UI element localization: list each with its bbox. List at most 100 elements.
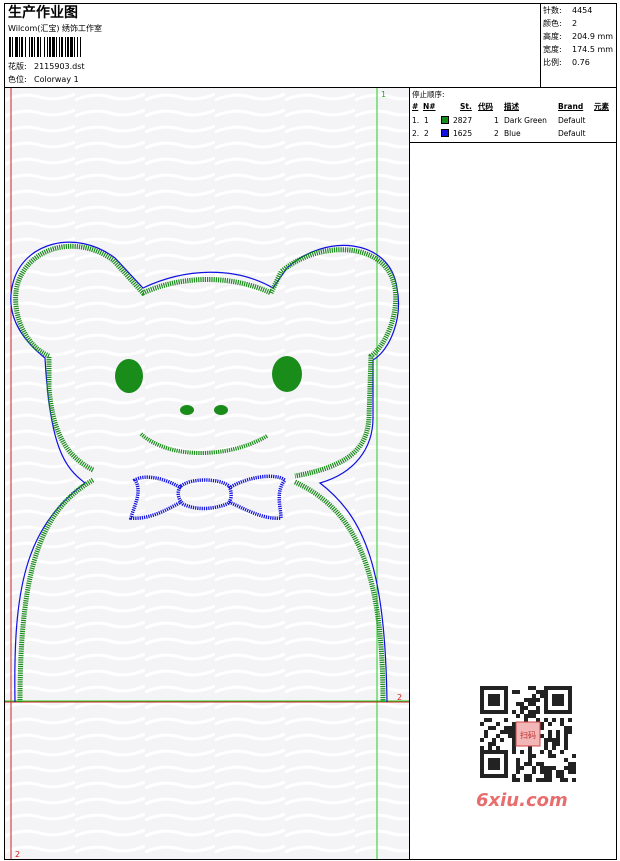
qr-cell xyxy=(564,746,568,750)
qr-cell xyxy=(516,690,520,694)
bear-left-eye xyxy=(115,359,143,393)
row-brand: Default xyxy=(558,116,586,125)
qr-cell xyxy=(516,758,520,762)
qr-cell xyxy=(528,698,532,702)
barcode-bar xyxy=(77,37,78,57)
barcode-bar xyxy=(34,37,35,57)
qr-cell xyxy=(484,734,488,738)
barcode-bar xyxy=(9,37,11,57)
qr-cell xyxy=(536,698,540,702)
qr-cell xyxy=(568,718,572,722)
qr-cell xyxy=(528,778,532,782)
qr-cell xyxy=(528,714,532,718)
qr-cell xyxy=(480,746,484,750)
barcode-bar xyxy=(31,37,33,57)
qr-cell xyxy=(524,774,528,778)
qr-cell xyxy=(520,766,524,770)
marker-top: 1 xyxy=(381,90,386,99)
qr-cell xyxy=(568,726,572,730)
bear-right-nostril xyxy=(214,405,228,415)
qr-cell xyxy=(520,702,524,706)
qr-cell xyxy=(552,766,556,770)
table-divider xyxy=(410,142,616,143)
row-n: 1 xyxy=(424,116,429,125)
design-value: 2115903.dst xyxy=(34,62,85,71)
qr-cell xyxy=(528,774,532,778)
stat-height-label: 高度: xyxy=(543,32,562,41)
barcode-bar xyxy=(59,37,60,57)
qr-cell xyxy=(544,766,548,770)
qr-cell xyxy=(516,714,520,718)
qr-cell xyxy=(540,690,544,694)
qr-cell xyxy=(512,738,516,742)
col-desc: 描述 xyxy=(504,102,519,111)
qr-cell xyxy=(536,710,540,714)
barcode-bar xyxy=(25,37,26,57)
qr-cell xyxy=(532,754,536,758)
qr-cell xyxy=(572,754,576,758)
qr-cell xyxy=(556,734,560,738)
qr-cell xyxy=(544,778,548,782)
stat-scale-label: 比例: xyxy=(543,58,562,67)
col-hash: # xyxy=(412,102,419,111)
qr-cell xyxy=(516,762,520,766)
stat-width-value: 174.5 mm xyxy=(572,45,614,54)
qr-cell xyxy=(540,766,544,770)
qr-cell xyxy=(516,702,520,706)
marker-bottom: 2 xyxy=(15,850,20,859)
qr-cell xyxy=(500,738,504,742)
qr-cell xyxy=(544,742,548,746)
barcode xyxy=(9,37,81,57)
qr-center-label: 扫码 xyxy=(520,730,536,740)
qr-cell xyxy=(556,774,560,778)
qr-cell xyxy=(528,710,532,714)
qr-cell xyxy=(512,774,516,778)
qr-cell xyxy=(548,754,552,758)
qr-cell xyxy=(564,758,568,762)
qr-cell xyxy=(544,774,548,778)
row-n: 2 xyxy=(424,129,429,138)
qr-cell xyxy=(540,762,544,766)
qr-cell xyxy=(528,762,532,766)
qr-cell xyxy=(512,710,516,714)
qr-cell xyxy=(544,738,548,742)
col-element: 元素 xyxy=(594,102,609,111)
barcode-bar xyxy=(40,37,41,57)
row-st: 1625 xyxy=(453,129,473,138)
design-canvas: 1 2 2 xyxy=(4,87,410,860)
qr-cell xyxy=(564,742,568,746)
watermark: 扫码 6xiu.com xyxy=(470,680,586,820)
row-brand: Default xyxy=(558,129,586,138)
qr-cell xyxy=(528,750,532,754)
qr-cell xyxy=(532,694,536,698)
qr-cell xyxy=(512,742,516,746)
qr-cell xyxy=(568,762,572,766)
table-row: 2. 2 1625 2 Blue Default xyxy=(410,128,616,140)
qr-cell xyxy=(552,718,556,722)
col-n: N# xyxy=(423,102,436,111)
qr-cell xyxy=(512,746,516,750)
barcode-bar xyxy=(80,37,81,57)
qr-cell xyxy=(524,778,528,782)
qr-cell xyxy=(556,730,560,734)
qr-cell xyxy=(564,766,568,770)
design-drawing: 1 2 2 xyxy=(5,88,409,859)
table-row: 1. 1 2827 1 Dark Green Default xyxy=(410,115,616,127)
header-panel: 生产作业图 Wilcom(汇宝) 绣饰工作室 花版: 2115903.dst 色… xyxy=(4,3,541,88)
qr-cell xyxy=(552,746,556,750)
barcode-bar xyxy=(67,37,69,57)
qr-cell xyxy=(524,762,528,766)
barcode-bar xyxy=(74,37,75,57)
color-swatch-blue xyxy=(441,129,449,137)
barcode-bar xyxy=(70,37,73,57)
stat-colors-label: 颜色: xyxy=(543,19,562,28)
qr-cell xyxy=(532,698,536,702)
qr-cell xyxy=(540,694,544,698)
qr-cell xyxy=(484,718,488,722)
qr-cell xyxy=(572,770,576,774)
qr-cell xyxy=(548,730,552,734)
qr-cell xyxy=(560,778,564,782)
qr-cell xyxy=(536,690,540,694)
qr-cell xyxy=(544,718,548,722)
qr-cell xyxy=(548,770,552,774)
